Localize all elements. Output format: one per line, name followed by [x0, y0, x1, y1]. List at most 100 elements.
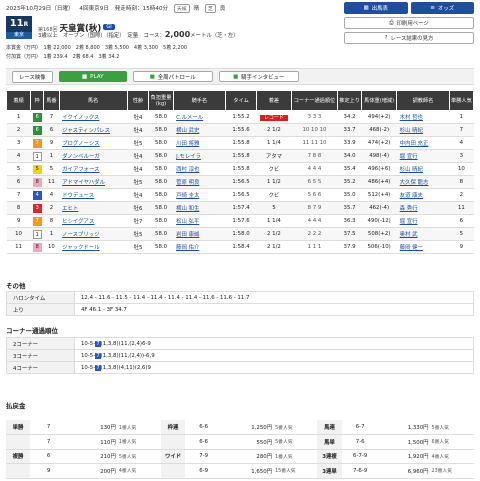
result-cell: J.モレイラ	[173, 149, 226, 163]
halon-value: 12.4 - 11.6 - 11.5 - 11.4 - 11.4 - 11.4 …	[74, 291, 474, 304]
result-cell: 横山 和生	[173, 201, 226, 215]
last-3f: 35.0	[343, 192, 356, 198]
jockey-link[interactable]: C.ルメール	[176, 115, 203, 121]
horse-name-link[interactable]: イクイノックス	[62, 115, 99, 121]
jockey-link[interactable]: 横山 武史	[176, 128, 199, 134]
jockey-link[interactable]: 菅原 明良	[176, 180, 199, 186]
horse-name-link[interactable]: アドマイヤハダル	[62, 180, 105, 186]
horse-name-link[interactable]: ノースブリッジ	[62, 232, 99, 238]
last-3f: 34.0	[343, 153, 356, 159]
horse-name-link[interactable]: ジャスティンパレス	[62, 128, 110, 134]
result-cell: 8	[43, 214, 60, 228]
horse-number: 1	[49, 153, 54, 159]
jockey-link[interactable]: 横山 和生	[176, 206, 199, 212]
trainer-link[interactable]: 杉山 晴紀	[400, 167, 423, 173]
column-header: 馬番	[43, 90, 60, 111]
print-button[interactable]: ⎙ 印刷用ページ	[344, 17, 474, 29]
horse-name-link[interactable]: ドウデュース	[62, 193, 94, 199]
result-cell: ジャックドール	[59, 240, 128, 254]
result-cell: 8	[449, 175, 474, 189]
trainer-link[interactable]: 奥村 武	[400, 232, 418, 238]
trainer-link[interactable]: 友道 康夫	[400, 193, 423, 199]
trainer-link[interactable]: 森 秀行	[400, 206, 418, 212]
column-header: 着差	[255, 90, 292, 111]
jockey-link[interactable]: 松山 弘平	[176, 219, 199, 225]
result-cell: 牡4	[127, 123, 149, 137]
print-button-label: 印刷用ページ	[396, 21, 429, 27]
jockey-interview-button[interactable]: ■ 騎手インタビュー	[218, 71, 299, 82]
result-cell: 奥村 武	[396, 227, 450, 241]
result-cell: 1:55.8	[225, 149, 257, 163]
result-cell: 7 8 8	[291, 149, 338, 163]
trainer-link[interactable]: 藤岡 健一	[400, 245, 423, 251]
result-cell: 58.0	[148, 214, 174, 228]
record-badge: レコード	[259, 114, 288, 121]
trainer-link[interactable]: 堀 宣行	[400, 219, 418, 225]
distance-unit: メートル（芝・左）	[190, 33, 239, 39]
corner-section-title: コーナー通過順位	[6, 327, 58, 335]
result-cell: 7	[30, 214, 44, 228]
horse-number: 6	[49, 127, 54, 133]
other-section-title: その他	[6, 282, 26, 290]
result-cell: C.ルメール	[173, 110, 226, 124]
trainer-link[interactable]: 堀 宣行	[400, 154, 418, 160]
post-time: 発走時刻：15時40分	[114, 6, 169, 12]
column-header: 性齢	[126, 90, 150, 111]
result-cell: 1	[43, 227, 60, 241]
odds-button[interactable]: ≡ オッズ	[410, 2, 474, 14]
payout-amount: 280円	[222, 449, 276, 464]
column-header: 馬名	[58, 90, 128, 111]
result-cell: 58.0	[148, 123, 174, 137]
horse-name-link[interactable]: ヒシイグアス	[62, 219, 94, 225]
jockey-link[interactable]: 藤岡 佑介	[176, 245, 199, 251]
finish-time: 1:57.6	[232, 218, 250, 224]
jockey-link[interactable]: J.モレイラ	[176, 154, 201, 160]
result-cell: 9	[6, 214, 31, 228]
play-button[interactable]: ■ PLAY	[58, 71, 127, 82]
popularity: 11	[457, 205, 465, 211]
video-bar: レース映像 ■ PLAY ■ 全周パトロール ■ 騎手インタビュー	[6, 68, 474, 85]
trainer-link[interactable]: 大久保 龍志	[400, 180, 429, 186]
entries-button[interactable]: ▦ 出馬表	[344, 2, 408, 14]
result-cell: ノースブリッジ	[59, 227, 128, 241]
race-date: 2023年10月29日（日曜）	[6, 6, 74, 12]
trainer-link[interactable]: 木村 哲也	[400, 115, 423, 121]
trainer-link[interactable]: 中内田 充正	[400, 141, 429, 147]
horse-name-link[interactable]: ガイアフォース	[62, 167, 99, 173]
body-weight: 496(+6)	[367, 166, 391, 172]
horse-name-link[interactable]: エヒト	[62, 206, 78, 212]
margin: クビ	[268, 167, 280, 173]
result-cell: 494(+2)	[361, 110, 397, 124]
margin: 5	[272, 205, 276, 211]
result-cell: 西村 淳也	[173, 162, 226, 176]
corner-order: 10-5-7(1,3,8)(4,11)(2,6)9	[74, 361, 474, 374]
result-cell: アタマ	[256, 149, 292, 163]
result-cell: 7	[6, 188, 31, 202]
result-cell: 3	[449, 149, 474, 163]
horse-name-link[interactable]: ジャックドール	[62, 245, 99, 251]
corner-order-lead: 10-5-	[81, 364, 96, 371]
corner-label: 2コーナー	[6, 337, 75, 350]
last-3f: 33.9	[343, 140, 356, 146]
jockey-link[interactable]: 川田 将雅	[176, 141, 199, 147]
corner-label: 4コーナー	[6, 361, 75, 374]
combination: 7-9	[185, 449, 223, 464]
jockey-link[interactable]: 戸崎 圭太	[176, 193, 199, 199]
result-cell: 2 1/2	[256, 123, 292, 137]
payout-section-title: 払戻金	[6, 402, 26, 410]
corner-positions: 3 3 3	[307, 114, 322, 120]
result-cell: 6	[6, 175, 31, 189]
result-cell: 藤岡 佑介	[173, 240, 226, 254]
horse-name-link[interactable]: プログノーシス	[62, 141, 100, 147]
trainer-link[interactable]: 杉山 晴紀	[400, 128, 423, 134]
video-camera-icon: ■	[149, 73, 155, 80]
corner-positions: 11 11 10	[302, 140, 327, 146]
prize-additional: 付加賞（万円） 1着 239.4 2着 68.4 3着 34.2	[6, 54, 120, 60]
jockey-link[interactable]: 西村 淳也	[176, 167, 199, 173]
column-header: 負担重量(kg)	[148, 90, 174, 111]
how-to-read-button[interactable]: ? レース結果の見方	[344, 32, 474, 44]
jockey-link[interactable]: 岩田 康誠	[176, 232, 199, 238]
result-cell: レコード	[256, 110, 292, 124]
horse-name-link[interactable]: ダノンベルーガ	[62, 154, 100, 160]
patrol-video-button[interactable]: ■ 全周パトロール	[132, 71, 213, 82]
